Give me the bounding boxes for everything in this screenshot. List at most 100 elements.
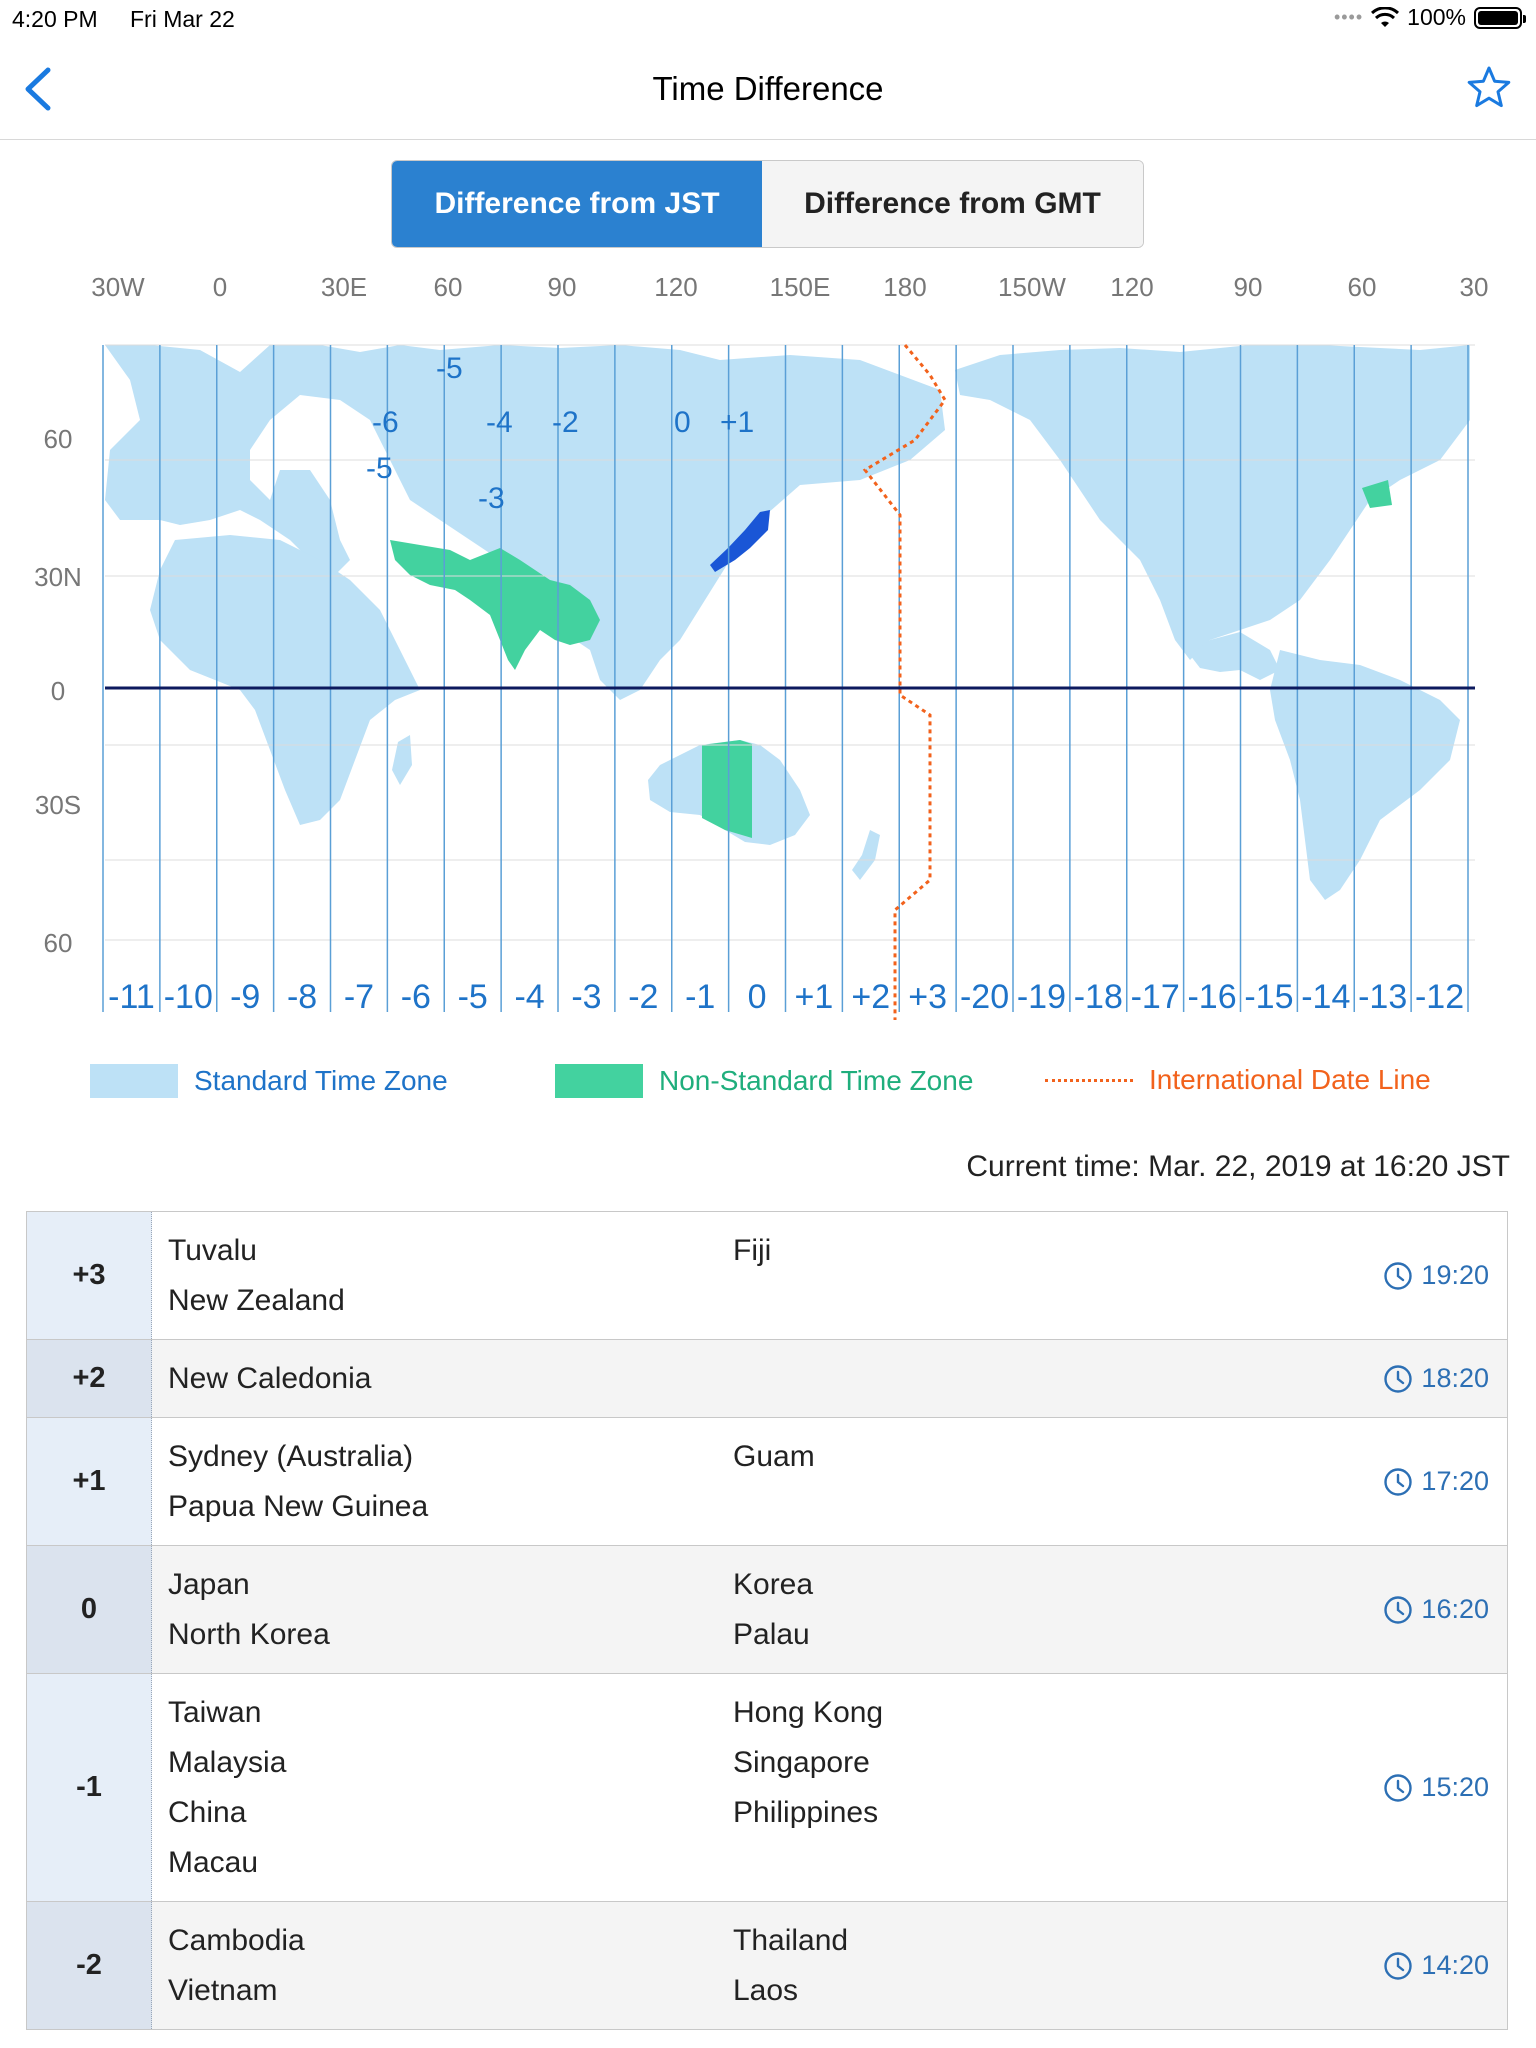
- navigation-bar: Time Difference: [0, 40, 1536, 140]
- place-name: Thailand: [733, 1924, 849, 1957]
- row-offset: -2: [27, 1902, 152, 2029]
- place-name: Taiwan: [168, 1696, 262, 1729]
- legend-label-date-line: International Date Line: [1149, 1064, 1431, 1095]
- current-time: Current time: Mar. 22, 2019 at 16:20 JST: [966, 1150, 1510, 1183]
- clock-icon: [1384, 1951, 1413, 1980]
- longitude-label: 150W: [998, 272, 1066, 302]
- page-title: Time Difference: [652, 70, 884, 107]
- place-name: Korea: [733, 1568, 814, 1601]
- local-time-value: 17:20: [1421, 1466, 1489, 1496]
- status-date: Fri Mar 22: [130, 6, 235, 32]
- longitude-label: 150E: [770, 272, 831, 302]
- longitude-label: 60: [1348, 272, 1377, 302]
- place-name: Cambodia: [168, 1924, 305, 1957]
- places-column-left: Taiwan Malaysia China Macau: [168, 1688, 286, 1888]
- row-local-time: 17:20: [1307, 1418, 1507, 1545]
- table-row[interactable]: 0 Japan North Korea Korea Palau 16:20: [27, 1546, 1507, 1674]
- longitude-label: 0: [213, 272, 227, 302]
- land-australia-central: [702, 740, 752, 838]
- zone-label-a: -6: [372, 406, 399, 439]
- land-north-america: [955, 345, 1470, 660]
- place-name: Vietnam: [168, 1974, 278, 2007]
- longitude-label: 30W: [91, 272, 145, 302]
- row-local-time: 18:20: [1307, 1340, 1507, 1417]
- place-name: North Korea: [168, 1618, 330, 1651]
- longitude-label: 60: [434, 272, 463, 302]
- time-zone-map: -6 -5 -4 -2 0 +1 -5 -3 30W 0 30E 60 90 120 150…: [34, 272, 1488, 1020]
- land-masses: [105, 345, 1470, 900]
- offset-label: -15: [1244, 978, 1293, 1016]
- place-name: Hong Kong: [733, 1696, 884, 1729]
- segment-jst[interactable]: Difference from JST: [392, 161, 762, 247]
- row-offset: +3: [27, 1212, 152, 1339]
- legend-date-line: International Date Line: [1045, 1064, 1431, 1096]
- zone-label-f: +1: [720, 406, 754, 439]
- longitude-label: 120: [1110, 272, 1153, 302]
- clock-icon: [1384, 1595, 1413, 1624]
- legend-swatch-standard: [90, 1064, 178, 1098]
- offset-label: -20: [960, 978, 1009, 1016]
- row-places: Cambodia Vietnam Thailand Laos: [152, 1902, 1307, 2029]
- table-row[interactable]: -1 Taiwan Malaysia China Macau Hong Kong Singa…: [27, 1674, 1507, 1902]
- zone-label-h: -3: [478, 482, 505, 515]
- legend-swatch-non-standard: [555, 1064, 643, 1098]
- place-name: Singapore: [733, 1746, 870, 1779]
- row-local-time: 14:20: [1307, 1902, 1507, 2029]
- longitude-labels: 30W 0 30E 60 90 120 150E 180 150W 120 90 60 30: [91, 272, 1488, 302]
- clock-icon: [1384, 1261, 1413, 1290]
- legend-label-non-standard: Non-Standard Time Zone: [659, 1065, 974, 1096]
- dots-icon: ••••: [1333, 7, 1364, 27]
- table-row[interactable]: +2 New Caledonia 18:20: [27, 1340, 1507, 1418]
- segment-gmt[interactable]: Difference from GMT: [762, 161, 1143, 247]
- place-name: Macau: [168, 1846, 259, 1879]
- place-name: Philippines: [733, 1796, 879, 1829]
- places-column-left: Cambodia Vietnam: [168, 1916, 305, 2016]
- latitude-label: 30N: [34, 562, 82, 592]
- legend-label-standard: Standard Time Zone: [194, 1065, 448, 1096]
- clock-icon: [1384, 1467, 1413, 1496]
- offset-label: +3: [908, 978, 947, 1016]
- table-row[interactable]: -2 Cambodia Vietnam Thailand Laos 14:20: [27, 1902, 1507, 2030]
- star-icon[interactable]: [1466, 64, 1512, 110]
- local-time-value: 16:20: [1421, 1594, 1489, 1624]
- local-time-value: 18:20: [1421, 1363, 1489, 1393]
- local-time-value: 15:20: [1421, 1772, 1489, 1802]
- zone-label-g: -5: [366, 452, 393, 485]
- offset-label: +2: [851, 978, 890, 1016]
- place-name: Sydney (Australia): [168, 1440, 414, 1473]
- table-row[interactable]: +3 Tuvalu New Zealand Fiji 19:20: [27, 1212, 1507, 1340]
- longitude-label: 90: [1234, 272, 1263, 302]
- difference-segmented-control: Difference from JST Difference from GMT: [391, 160, 1144, 248]
- land-new-zealand: [852, 830, 880, 880]
- place-name: New Zealand: [168, 1284, 345, 1317]
- row-offset: -1: [27, 1674, 152, 1901]
- status-bar: 4:20 PM Fri Mar 22 •••• 100%: [0, 0, 1536, 40]
- offset-label: -19: [1017, 978, 1066, 1016]
- place-name: Fiji: [733, 1234, 772, 1267]
- offset-label: 0: [748, 978, 767, 1016]
- place-name: Papua New Guinea: [168, 1490, 429, 1523]
- places-column-right: Hong Kong Singapore Philippines: [733, 1688, 883, 1838]
- places-column-left: Japan North Korea: [168, 1560, 330, 1660]
- local-time-value: 14:20: [1421, 1950, 1489, 1980]
- clock-icon: [1384, 1364, 1413, 1393]
- row-offset: +1: [27, 1418, 152, 1545]
- offset-label: -5: [458, 978, 488, 1016]
- table-row[interactable]: +1 Sydney (Australia) Papua New Guinea Guam…: [27, 1418, 1507, 1546]
- offset-label: -13: [1358, 978, 1407, 1016]
- legend-standard: Standard Time Zone: [90, 1064, 448, 1098]
- row-places: Sydney (Australia) Papua New Guinea Guam: [152, 1418, 1307, 1545]
- offset-label: -1: [685, 978, 715, 1016]
- places-column-right: Korea Palau: [733, 1560, 813, 1660]
- row-places: New Caledonia: [152, 1340, 1307, 1417]
- latitude-label: 0: [51, 676, 65, 706]
- offset-label: -2: [628, 978, 658, 1016]
- row-local-time: 16:20: [1307, 1546, 1507, 1673]
- places-column-left: New Caledonia: [168, 1354, 371, 1404]
- place-name: Guam: [733, 1440, 815, 1473]
- place-name: Laos: [733, 1974, 799, 2007]
- row-offset: +2: [27, 1340, 152, 1417]
- longitude-label: 30E: [321, 272, 367, 302]
- offset-label: -16: [1187, 978, 1236, 1016]
- places-column-right: Fiji: [733, 1226, 771, 1276]
